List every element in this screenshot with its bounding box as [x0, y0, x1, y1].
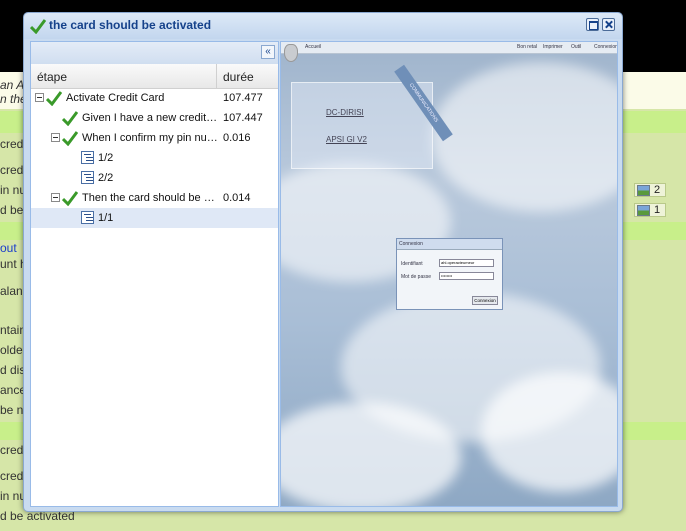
tree-row-label: Then the card should be activated [82, 192, 218, 204]
preview-pw-label: Mot de passe [401, 274, 432, 280]
tree-row[interactable]: 1/1 [31, 208, 278, 228]
preview-home-label: Accueil [305, 44, 322, 50]
bg-text: be n [0, 403, 24, 417]
tree-row-label: Given I have a new credit card [82, 112, 218, 124]
check-icon [62, 131, 78, 146]
document-icon [81, 211, 94, 224]
tree-row[interactable]: 2/2 [31, 168, 278, 188]
step-tree-panel: « étape durée Activate Credit Card 107.4… [30, 41, 279, 507]
preview-topbar: Accueil Bon retal Imprimer Outil Connexi… [281, 42, 617, 54]
tree-row-label: When I confirm my pin number [82, 132, 218, 144]
column-header-etape[interactable]: étape [37, 70, 67, 84]
document-icon [81, 171, 94, 184]
preview-login-button: Connexion [472, 296, 498, 305]
collapse-toggle-icon[interactable] [51, 193, 60, 202]
check-icon [46, 91, 62, 106]
document-icon [81, 151, 94, 164]
preview-menu-label: Bon retal [517, 44, 538, 50]
preview-link: APSI GI V2 [326, 135, 367, 144]
bg-text: d be [0, 203, 24, 217]
tree-row[interactable]: When I confirm my pin number 0.016 [31, 128, 278, 148]
bg-text: olde [0, 343, 23, 357]
screenshot-preview[interactable]: Accueil Bon retal Imprimer Outil Connexi… [280, 41, 618, 507]
column-divider[interactable] [216, 64, 217, 88]
tree-row[interactable]: Given I have a new credit card 107.447 [31, 108, 278, 128]
tree-toolbar: « [31, 42, 278, 65]
check-icon [62, 111, 78, 126]
window-titlebar[interactable]: the card should be activated [24, 13, 622, 39]
preview-menu-label: Connexion [594, 44, 618, 50]
preview-pw-field: •••••••• [439, 272, 494, 280]
tree-row-label: 2/2 [98, 172, 114, 184]
image-icon [637, 204, 650, 216]
preview-id-field: ahl.operacteumeur [439, 259, 494, 267]
check-icon [30, 19, 46, 34]
bg-text: d dis [0, 363, 26, 377]
preview-login-title: Connexion [397, 239, 502, 250]
preview-login-title-text: Connexion [399, 241, 423, 247]
collapse-toggle-icon[interactable] [35, 93, 44, 102]
tree-row-duration: 0.014 [223, 192, 251, 204]
collapse-panel-button[interactable]: « [261, 45, 275, 59]
column-header-duree[interactable]: durée [223, 70, 254, 84]
tree-row[interactable]: Activate Credit Card 107.477 [31, 88, 278, 108]
tree-row[interactable]: 1/2 [31, 148, 278, 168]
preview-login-dialog: Connexion Identifiant ahl.operacteumeur … [396, 238, 503, 310]
tree-row-duration: 107.447 [223, 112, 263, 124]
bg-text: an A [0, 78, 25, 92]
tree-row-duration: 107.477 [223, 92, 263, 104]
tree-row-duration: 0.016 [223, 132, 251, 144]
cloud [431, 62, 617, 212]
window-title: the card should be activated [49, 18, 212, 32]
step-detail-window: the card should be activated « étape dur… [23, 12, 623, 512]
preview-menu-label: Imprimer [543, 44, 563, 50]
tree-row-label: Activate Credit Card [66, 92, 165, 104]
maximize-button[interactable] [586, 18, 599, 31]
tree-row-label: 1/1 [98, 212, 114, 224]
check-icon [62, 191, 78, 206]
tree-header: étape durée [31, 64, 278, 89]
screenshot-count-badge[interactable]: 1 [634, 203, 666, 217]
crest-icon [284, 44, 298, 62]
preview-link: DC-DIRISI [326, 108, 364, 117]
screenshot-count-badge[interactable]: 2 [634, 183, 666, 197]
badge-count: 2 [654, 184, 661, 196]
tree-row[interactable]: Then the card should be activated 0.014 [31, 188, 278, 208]
tree-row-label: 1/2 [98, 152, 114, 164]
badge-count: 1 [654, 204, 661, 216]
preview-id-label: Identifiant [401, 261, 423, 267]
close-button[interactable] [602, 18, 615, 31]
image-icon [637, 184, 650, 196]
collapse-toggle-icon[interactable] [51, 133, 60, 142]
bg-link[interactable]: out [0, 241, 17, 255]
preview-menu-label: Outil [571, 44, 582, 50]
